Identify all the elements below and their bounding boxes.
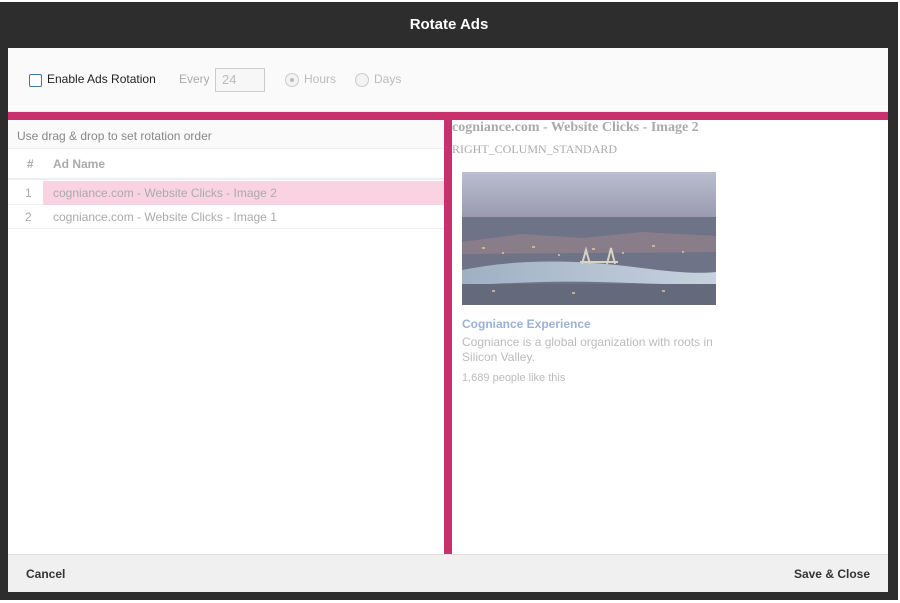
- save-close-button[interactable]: Save & Close: [794, 555, 870, 593]
- modal-title: Rotate Ads: [409, 16, 489, 33]
- drag-drop-hint: Use drag & drop to set rotation order: [17, 129, 212, 143]
- row-ad-name[interactable]: cogniance.com - Website Clicks - Image 1: [43, 205, 444, 229]
- ad-headline[interactable]: Cogniance Experience: [462, 317, 591, 331]
- column-header-ad-name: Ad Name: [53, 157, 106, 171]
- city-skyline-image: [462, 172, 716, 305]
- row-ad-name[interactable]: cogniance.com - Website Clicks - Image 2: [43, 181, 444, 205]
- days-label[interactable]: Days: [374, 72, 401, 86]
- rotate-ads-modal: Rotate Ads Enable Ads Rotation Every 24 …: [0, 2, 898, 600]
- enable-rotation-label[interactable]: Enable Ads Rotation: [47, 72, 156, 86]
- column-header-number: #: [27, 157, 34, 171]
- days-radio[interactable]: [355, 73, 369, 87]
- ad-description: Cogniance is a global organization with …: [462, 335, 713, 364]
- ad-preview-title: cogniance.com - Website Clicks - Image 2: [452, 120, 699, 135]
- interval-input[interactable]: 24: [215, 68, 265, 92]
- hours-radio[interactable]: [285, 73, 299, 87]
- rotation-order-pane: Use drag & drop to set rotation order # …: [8, 120, 444, 554]
- rotation-settings-bar: Enable Ads Rotation Every 24 Hours Days: [8, 48, 888, 112]
- every-label: Every: [179, 72, 210, 86]
- accent-divider: [8, 112, 888, 120]
- modal-footer: Cancel Save & Close: [8, 554, 888, 592]
- cancel-button[interactable]: Cancel: [26, 555, 65, 593]
- enable-rotation-checkbox[interactable]: [29, 74, 42, 87]
- pane-splitter[interactable]: [444, 120, 452, 554]
- ads-table-header: # Ad Name: [8, 149, 444, 180]
- row-number: 1: [25, 186, 32, 200]
- table-row[interactable]: 2 cogniance.com - Website Clicks - Image…: [8, 205, 444, 229]
- table-row[interactable]: 1 cogniance.com - Website Clicks - Image…: [8, 181, 444, 205]
- modal-body: Enable Ads Rotation Every 24 Hours Days …: [8, 48, 888, 554]
- ad-preview-pane: cogniance.com - Website Clicks - Image 2…: [452, 120, 888, 554]
- ad-placement-label: RIGHT_COLUMN_STANDARD: [452, 142, 618, 156]
- row-number: 2: [25, 210, 32, 224]
- drag-hint-row: Use drag & drop to set rotation order: [8, 120, 444, 149]
- radio-selected-dot: [290, 78, 294, 82]
- ad-likes-count: 1,689 people like this: [462, 372, 566, 384]
- hours-label[interactable]: Hours: [304, 72, 336, 86]
